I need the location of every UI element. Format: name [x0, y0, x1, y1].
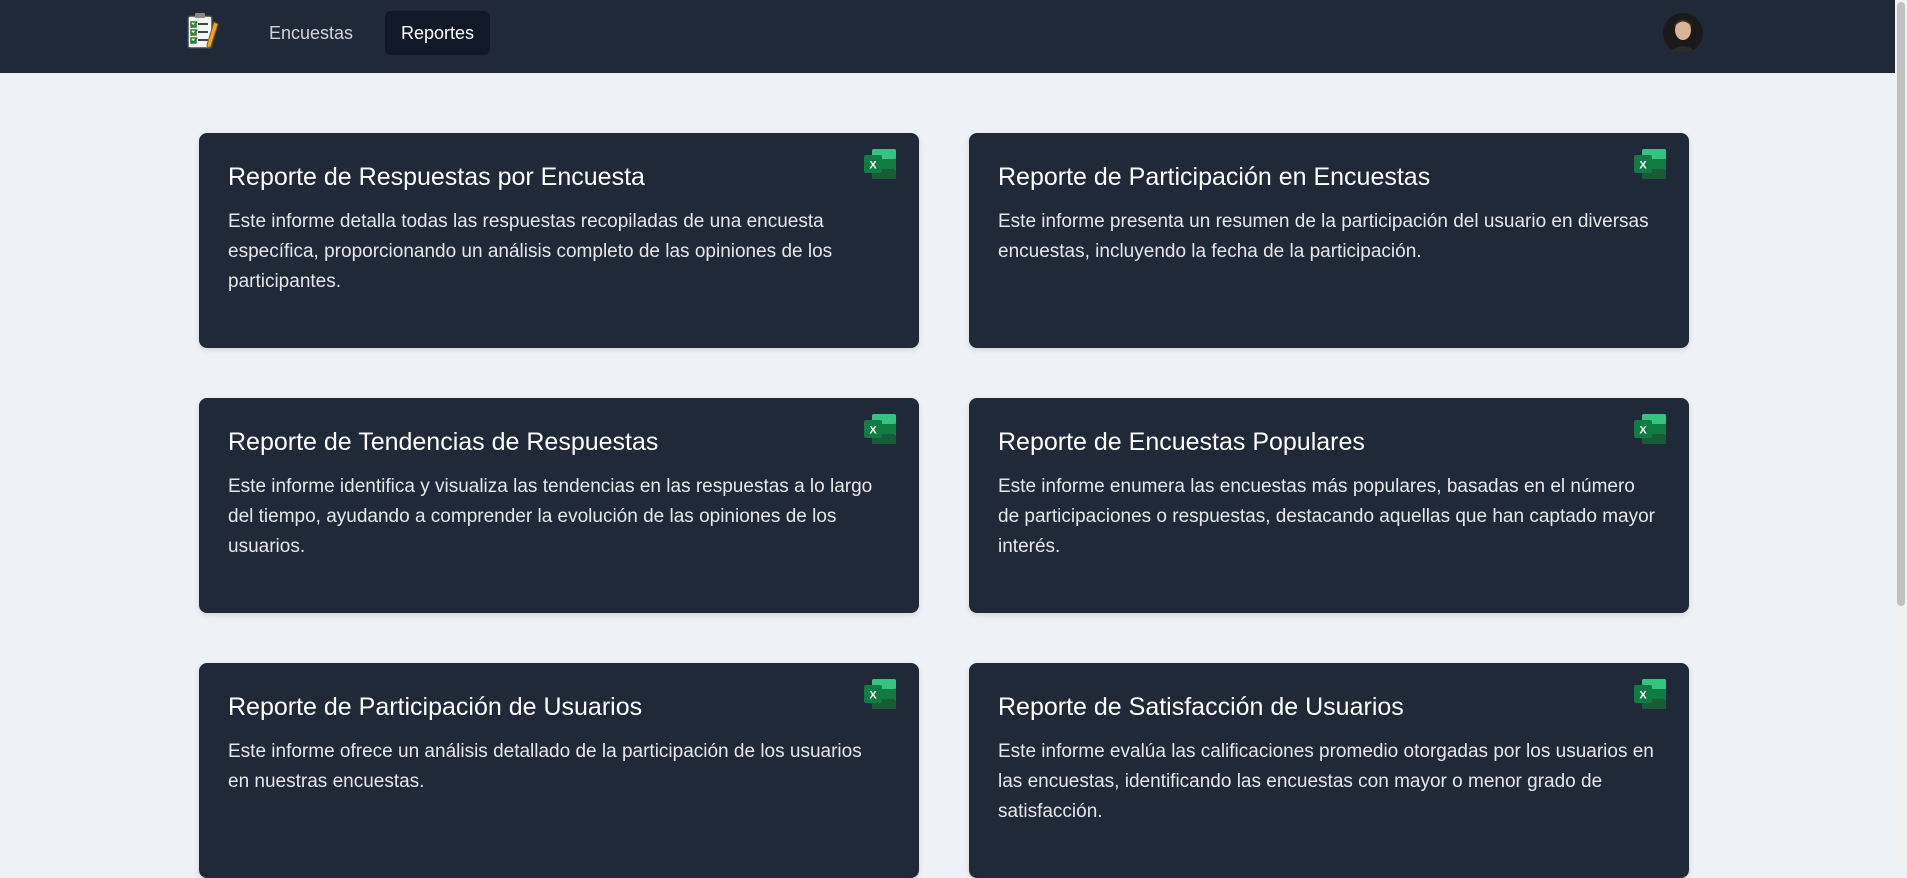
report-card-satisfaccion-de-usuarios[interactable]: Reporte de Satisfacción de Usuarios Este…: [969, 663, 1689, 878]
report-card-participacion-de-usuarios[interactable]: Reporte de Participación de Usuarios Est…: [199, 663, 919, 878]
nav-link-reportes[interactable]: Reportes: [385, 11, 491, 55]
excel-icon[interactable]: X: [863, 148, 897, 180]
scrollbar-thumb[interactable]: [1897, 2, 1905, 606]
survey-clipboard-icon[interactable]: [186, 12, 220, 52]
report-title: Reporte de Encuestas Populares: [998, 428, 1365, 456]
page-scrollbar[interactable]: [1895, 0, 1907, 862]
report-card-tendencias-de-respuestas[interactable]: Reporte de Tendencias de Respuestas Este…: [199, 398, 919, 613]
reports-grid: Reporte de Respuestas por Encuesta Este …: [199, 133, 1689, 878]
excel-icon[interactable]: X: [863, 413, 897, 445]
excel-icon[interactable]: X: [1633, 678, 1667, 710]
svg-text:X: X: [869, 690, 877, 702]
excel-icon[interactable]: X: [1633, 413, 1667, 445]
svg-text:X: X: [1639, 160, 1647, 172]
report-description: Este informe enumera las encuestas más p…: [998, 476, 1655, 557]
report-card-participacion-en-encuestas[interactable]: Reporte de Participación en Encuestas Es…: [969, 133, 1689, 348]
report-title: Reporte de Tendencias de Respuestas: [228, 428, 659, 456]
svg-text:X: X: [1639, 425, 1647, 437]
svg-text:X: X: [1639, 690, 1647, 702]
report-title: Reporte de Respuestas por Encuesta: [228, 163, 645, 191]
report-card-respuestas-por-encuesta[interactable]: Reporte de Respuestas por Encuesta Este …: [199, 133, 919, 348]
report-description: Este informe evalúa las calificaciones p…: [998, 741, 1654, 822]
report-title: Reporte de Participación de Usuarios: [228, 693, 643, 721]
report-card-encuestas-populares[interactable]: Reporte de Encuestas Populares Este info…: [969, 398, 1689, 613]
excel-icon[interactable]: X: [1633, 148, 1667, 180]
svg-text:X: X: [869, 425, 877, 437]
report-description: Este informe presenta un resumen de la p…: [998, 211, 1649, 262]
user-avatar[interactable]: [1663, 13, 1703, 53]
excel-icon[interactable]: X: [863, 678, 897, 710]
report-description: Este informe identifica y visualiza las …: [228, 476, 873, 557]
nav-link-encuestas[interactable]: Encuestas: [253, 11, 369, 55]
top-navbar: Encuestas Reportes: [0, 0, 1895, 73]
svg-text:X: X: [869, 160, 877, 172]
report-title: Reporte de Satisfacción de Usuarios: [998, 693, 1404, 721]
report-description: Este informe ofrece un análisis detallad…: [228, 741, 862, 792]
report-description: Este informe detalla todas las respuesta…: [228, 211, 833, 292]
report-title: Reporte de Participación en Encuestas: [998, 163, 1431, 191]
